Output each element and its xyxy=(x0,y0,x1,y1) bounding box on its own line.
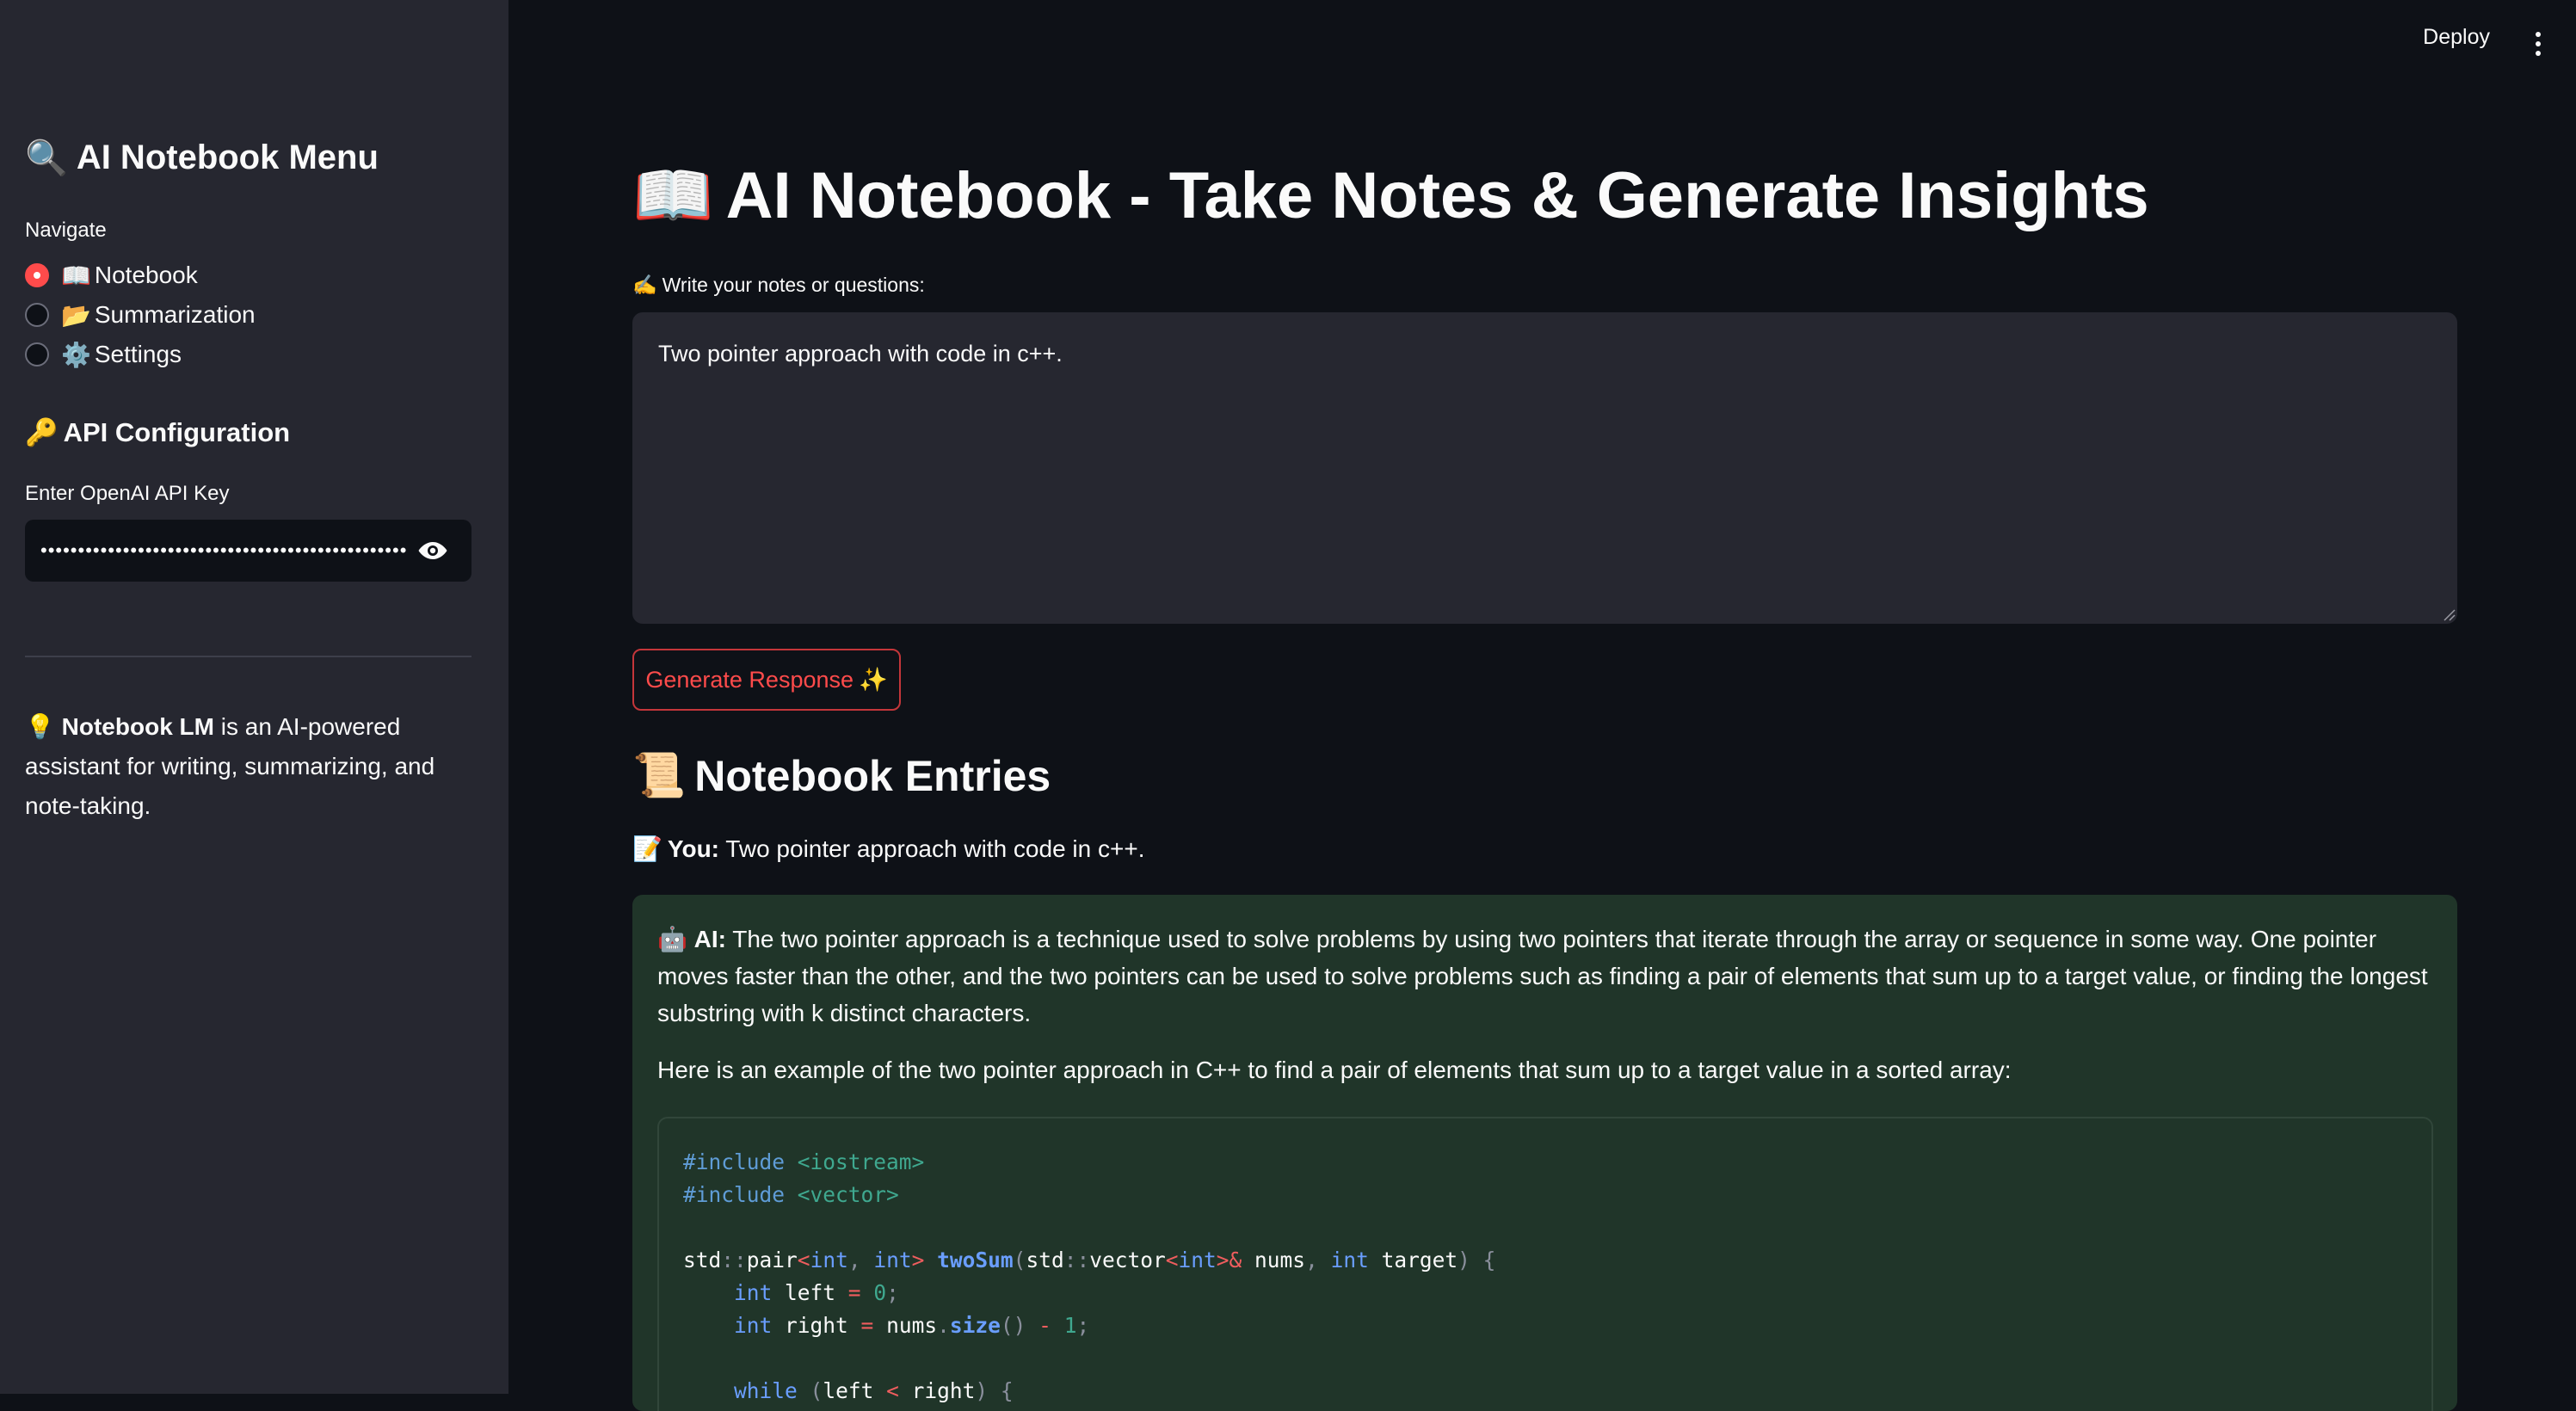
sidebar-title: 🔍 AI Notebook Menu xyxy=(25,138,379,178)
deploy-button[interactable]: Deploy xyxy=(2418,24,2495,51)
eye-icon[interactable] xyxy=(408,526,458,576)
page-title: 📖 AI Notebook - Take Notes & Generate In… xyxy=(632,157,2149,234)
open-book-icon: 📖 xyxy=(632,159,714,232)
vertical-dots-icon[interactable] xyxy=(2524,26,2552,62)
code-block: #include <iostream> #include <vector> std… xyxy=(657,1117,2433,1411)
api-key-label: Enter OpenAI API Key xyxy=(25,482,230,505)
lightbulb-icon: 💡 xyxy=(25,713,55,740)
sidebar-divider xyxy=(25,656,471,657)
info-bold: Notebook LM xyxy=(61,713,214,740)
nav-option-summarization[interactable]: 📂 Summarization xyxy=(25,298,256,332)
resize-grip-icon[interactable] xyxy=(2442,607,2456,621)
you-label: You: xyxy=(667,835,720,862)
ai-response-box: 🤖 AI: The two pointer approach is a tech… xyxy=(632,895,2457,1411)
code-line: int left = 0; xyxy=(734,1280,899,1305)
you-text: Two pointer approach with code in c++. xyxy=(719,835,1145,862)
entries-title: Notebook Entries xyxy=(694,751,1051,800)
api-key-field[interactable] xyxy=(25,520,471,582)
folder-icon: 📂 xyxy=(61,301,91,329)
ai-paragraph: 🤖 AI: The two pointer approach is a tech… xyxy=(657,921,2438,1032)
sidebar-title-text: AI Notebook Menu xyxy=(76,139,379,176)
radio-unselected-icon[interactable] xyxy=(25,342,49,367)
notes-textarea[interactable]: Two pointer approach with code in c++. xyxy=(632,312,2457,624)
nav-option-label: Notebook xyxy=(94,262,198,288)
generate-response-button[interactable]: Generate Response ✨ xyxy=(632,649,901,711)
notes-label-text: Write your notes or questions: xyxy=(662,274,925,296)
api-config-title: API Configuration xyxy=(63,416,291,447)
scroll-icon: 📜 xyxy=(632,751,687,799)
api-key-input[interactable] xyxy=(39,539,408,563)
ai-label: AI: xyxy=(693,926,726,952)
writing-hand-icon: ✍️ xyxy=(632,274,657,296)
sidebar: 🔍 AI Notebook Menu Navigate 📖 Notebook 📂… xyxy=(0,0,508,1394)
sidebar-info: 💡 Notebook LM is an AI-powered assistant… xyxy=(25,707,490,826)
page-title-text: AI Notebook - Take Notes & Generate Insi… xyxy=(725,158,2149,232)
nav-option-label: Settings xyxy=(94,341,182,367)
code-line: #include <vector> xyxy=(683,1182,899,1207)
nav-option-label: Summarization xyxy=(94,301,256,328)
magnifier-icon: 🔍 xyxy=(25,139,68,177)
entries-heading: 📜 Notebook Entries xyxy=(632,750,1051,801)
sparkles-icon: ✨ xyxy=(859,667,888,693)
user-entry: 📝 You: Two pointer approach with code in… xyxy=(632,835,1144,863)
code-line: while (left < right) { xyxy=(734,1378,1014,1403)
code-line: #include <iostream> xyxy=(683,1149,925,1174)
api-config-heading: 🔑 API Configuration xyxy=(25,416,290,448)
nav-option-notebook[interactable]: 📖 Notebook xyxy=(25,258,198,293)
memo-icon: 📝 xyxy=(632,835,662,862)
navigate-label: Navigate xyxy=(25,219,107,242)
gear-icon: ⚙️ xyxy=(61,341,91,368)
ai-paragraph-2: Here is an example of the two pointer ap… xyxy=(657,1057,2012,1083)
ai-paragraph-text: The two pointer approach is a technique … xyxy=(657,926,2428,1026)
code-line: int right = nums.size() - 1; xyxy=(734,1313,1090,1338)
robot-icon: 🤖 xyxy=(657,926,687,952)
code-line: std::pair<int, int> twoSum(std::vector<i… xyxy=(683,1248,1496,1272)
open-book-icon: 📖 xyxy=(61,262,91,289)
generate-label: Generate Response xyxy=(645,666,854,693)
radio-selected-icon[interactable] xyxy=(25,263,49,287)
notes-label: ✍️ Write your notes or questions: xyxy=(632,274,925,297)
nav-option-settings[interactable]: ⚙️ Settings xyxy=(25,337,182,372)
radio-unselected-icon[interactable] xyxy=(25,303,49,327)
key-icon: 🔑 xyxy=(25,417,59,447)
